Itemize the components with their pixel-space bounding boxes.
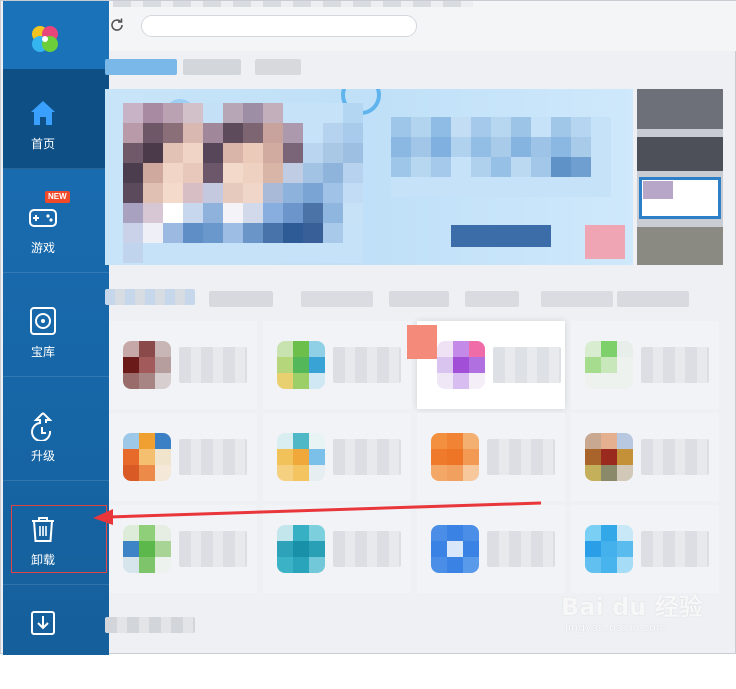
disc-icon xyxy=(30,307,56,335)
app-tile[interactable] xyxy=(571,505,719,593)
new-badge: NEW xyxy=(45,191,70,203)
app-name-blurred xyxy=(333,347,401,383)
sidebar-item-label: 游戏 xyxy=(30,241,55,255)
watermark-url: jingyan.baidu.com xyxy=(565,621,667,634)
app-name-blurred xyxy=(487,439,555,475)
app-name-blurred xyxy=(641,347,709,383)
sidebar-item-download[interactable] xyxy=(3,589,109,689)
app-name-blurred xyxy=(493,347,561,383)
section-header xyxy=(105,289,725,307)
app-window: 首页 NEW 游戏 宝库 升级 卸载 Bai du 经验 jingyan.bai… xyxy=(0,0,736,655)
app-icon xyxy=(277,433,325,481)
refresh-icon[interactable] xyxy=(109,17,125,33)
app-tile[interactable] xyxy=(417,413,565,501)
app-icon xyxy=(437,341,485,389)
app-name-blurred xyxy=(333,531,401,567)
watermark: Bai du 经验 jingyan.baidu.com xyxy=(561,587,731,641)
app-icon xyxy=(123,433,171,481)
sidebar-item-treasury[interactable]: 宝库 xyxy=(3,277,109,377)
sidebar-item-games[interactable]: NEW 游戏 xyxy=(3,173,109,273)
blurred-title-text xyxy=(113,1,473,7)
side-promo-panel[interactable] xyxy=(637,89,723,265)
app-icon xyxy=(123,525,171,573)
app-tile[interactable] xyxy=(109,321,257,409)
download-icon xyxy=(31,611,55,635)
app-tile-highlighted[interactable] xyxy=(407,321,565,409)
app-name-blurred xyxy=(641,439,709,475)
logo-area xyxy=(3,1,109,69)
app-icon xyxy=(431,433,479,481)
app-icon xyxy=(123,341,171,389)
app-icon xyxy=(277,341,325,389)
app-logo-icon xyxy=(32,26,58,52)
app-tile[interactable] xyxy=(109,413,257,501)
banner-text-mosaic xyxy=(391,117,611,197)
sidebar-item-upgrade[interactable]: 升级 xyxy=(3,381,109,481)
banner-decoration xyxy=(585,225,625,259)
banner-button-blurred[interactable] xyxy=(451,225,551,247)
promo-banner[interactable] xyxy=(105,89,633,265)
tab-blurred[interactable] xyxy=(255,59,301,75)
gamepad-icon xyxy=(29,209,57,227)
sidebar-item-label: 首页 xyxy=(30,137,55,151)
hot-badge xyxy=(407,325,437,359)
upgrade-icon xyxy=(31,412,53,441)
sidebar-item-label: 升级 xyxy=(30,449,55,463)
app-icon xyxy=(585,341,633,389)
banner-image-mosaic xyxy=(123,103,363,263)
tab-blurred[interactable] xyxy=(105,59,177,75)
app-icon xyxy=(277,525,325,573)
app-name-blurred xyxy=(641,531,709,567)
category-tabs xyxy=(105,59,725,79)
watermark-brand: Bai du 经验 xyxy=(561,593,703,621)
sidebar-item-label: 宝库 xyxy=(30,345,55,359)
annotation-arrow xyxy=(93,501,542,525)
app-name-blurred xyxy=(179,347,247,383)
app-icon xyxy=(431,525,479,573)
search-input[interactable] xyxy=(141,15,417,37)
app-name-blurred xyxy=(333,439,401,475)
app-name-blurred xyxy=(179,531,247,567)
sidebar-item-home[interactable]: 首页 xyxy=(3,69,109,169)
app-name-blurred xyxy=(179,439,247,475)
app-tile[interactable] xyxy=(263,413,411,501)
app-icon xyxy=(585,525,633,573)
app-icon xyxy=(585,433,633,481)
app-grid xyxy=(105,321,725,599)
tab-blurred[interactable] xyxy=(183,59,241,75)
home-icon xyxy=(31,101,55,125)
app-tile[interactable] xyxy=(571,413,719,501)
app-tile[interactable] xyxy=(263,321,411,409)
app-tile[interactable] xyxy=(571,321,719,409)
app-name-blurred xyxy=(487,531,555,567)
